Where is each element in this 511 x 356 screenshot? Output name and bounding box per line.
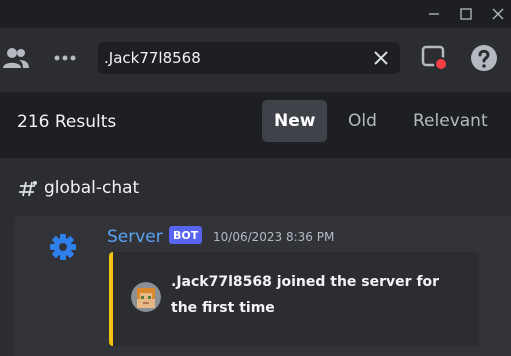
- gear-icon[interactable]: [48, 232, 78, 262]
- sort-tab-old[interactable]: Old: [336, 100, 389, 142]
- results-list: global-chat Server BOT 10/06/2023 8:36 P…: [0, 158, 511, 356]
- search-toolbar: [0, 28, 511, 92]
- text-channel-icon: [19, 181, 37, 197]
- message-author[interactable]: Server: [107, 227, 163, 247]
- message-timestamp: 10/06/2023 8:36 PM: [213, 230, 335, 244]
- search-input[interactable]: [104, 42, 364, 74]
- maximize-icon: [460, 8, 472, 20]
- results-header: 216 Results New Old Relevant: [0, 92, 511, 158]
- help-icon[interactable]: [470, 44, 498, 72]
- sort-tab-relevant[interactable]: Relevant: [401, 100, 500, 142]
- message-embed: .Jack77l8568 joined the server for the f…: [109, 252, 479, 346]
- close-window-button[interactable]: [487, 4, 509, 24]
- channel-name: global-chat: [44, 178, 140, 198]
- minimize-button[interactable]: [423, 4, 445, 24]
- close-icon: [492, 8, 504, 20]
- maximize-button[interactable]: [455, 4, 477, 24]
- search-result-message[interactable]: Server BOT 10/06/2023 8:36 PM .Jack77l85…: [14, 216, 511, 356]
- bot-badge: BOT: [169, 226, 203, 244]
- inbox-icon[interactable]: [420, 44, 450, 72]
- window-titlebar: [0, 0, 511, 28]
- search-box[interactable]: [98, 42, 400, 74]
- user-avatar: [131, 282, 161, 312]
- results-count: 216 Results: [17, 112, 117, 132]
- minimize-icon: [429, 13, 439, 15]
- members-icon[interactable]: [2, 46, 30, 70]
- channel-header[interactable]: global-chat: [18, 178, 139, 198]
- sort-tab-new[interactable]: New: [262, 100, 328, 142]
- more-icon[interactable]: [52, 50, 78, 66]
- embed-text: .Jack77l8568 joined the server for the f…: [171, 274, 440, 316]
- clear-search-icon[interactable]: [372, 49, 390, 67]
